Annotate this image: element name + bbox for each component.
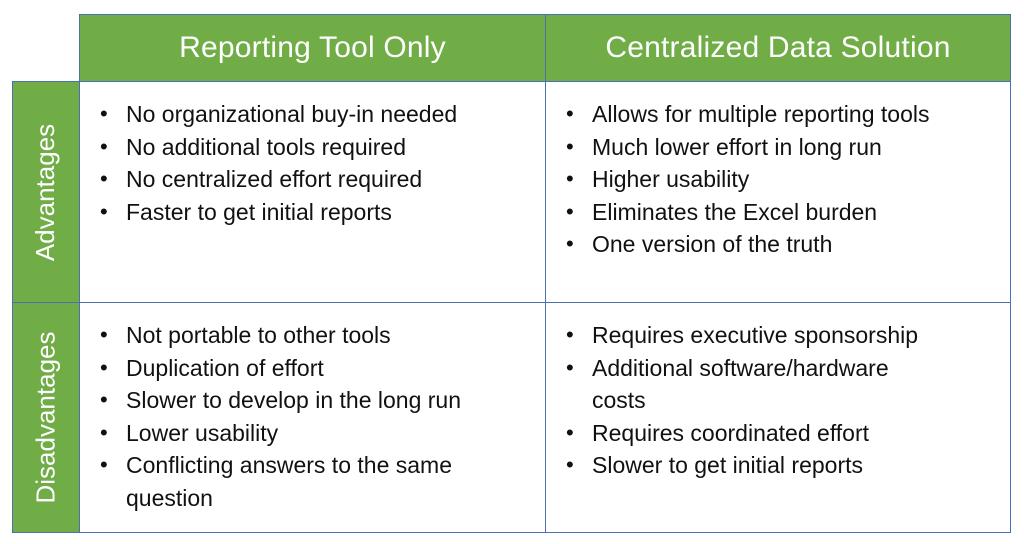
cell-centralized-disadvantages: Requires executive sponsorship Additiona… — [545, 302, 1011, 533]
list-item: Requires executive sponsorship — [564, 319, 940, 352]
list-item: Eliminates the Excel burden — [564, 196, 1002, 229]
list-item: Slower to get initial reports — [564, 449, 940, 482]
bullet-list: Requires executive sponsorship Additiona… — [564, 319, 940, 482]
list-item: Slower to develop in the long run — [98, 384, 505, 417]
column-header-label: Centralized Data Solution — [605, 31, 951, 64]
bullet-list: No organizational buy-in needed No addit… — [98, 98, 537, 228]
row-label-text: Advantages — [30, 123, 61, 261]
column-header-label: Reporting Tool Only — [179, 31, 446, 64]
column-header-centralized-data-solution: Centralized Data Solution — [545, 14, 1011, 82]
list-item: Not portable to other tools — [98, 319, 505, 352]
list-item: Allows for multiple reporting tools — [564, 98, 1002, 131]
cell-reporting-tool-disadvantages: Not portable to other tools Duplication … — [79, 302, 546, 533]
list-item: One version of the truth — [564, 228, 1002, 261]
bullet-list: Allows for multiple reporting tools Much… — [564, 98, 1002, 261]
cell-reporting-tool-advantages: No organizational buy-in needed No addit… — [79, 81, 546, 303]
list-item: Faster to get initial reports — [98, 196, 537, 229]
list-item: Duplication of effort — [98, 352, 505, 385]
row-label-text: Disadvantages — [30, 331, 61, 504]
row-label-disadvantages: Disadvantages — [12, 302, 80, 533]
list-item: Conflicting answers to the same question — [98, 449, 505, 514]
list-item: No additional tools required — [98, 131, 537, 164]
row-label-advantages: Advantages — [12, 81, 80, 303]
column-header-reporting-tool-only: Reporting Tool Only — [79, 14, 546, 82]
list-item: No centralized effort required — [98, 163, 537, 196]
list-item: Requires coordinated effort — [564, 417, 940, 450]
list-item: Higher usability — [564, 163, 1002, 196]
cell-centralized-advantages: Allows for multiple reporting tools Much… — [545, 81, 1011, 303]
list-item: Lower usability — [98, 417, 505, 450]
list-item: Additional software/hardware costs — [564, 352, 940, 417]
list-item: Much lower effort in long run — [564, 131, 1002, 164]
list-item: No organizational buy-in needed — [98, 98, 537, 131]
bullet-list: Not portable to other tools Duplication … — [98, 319, 505, 514]
